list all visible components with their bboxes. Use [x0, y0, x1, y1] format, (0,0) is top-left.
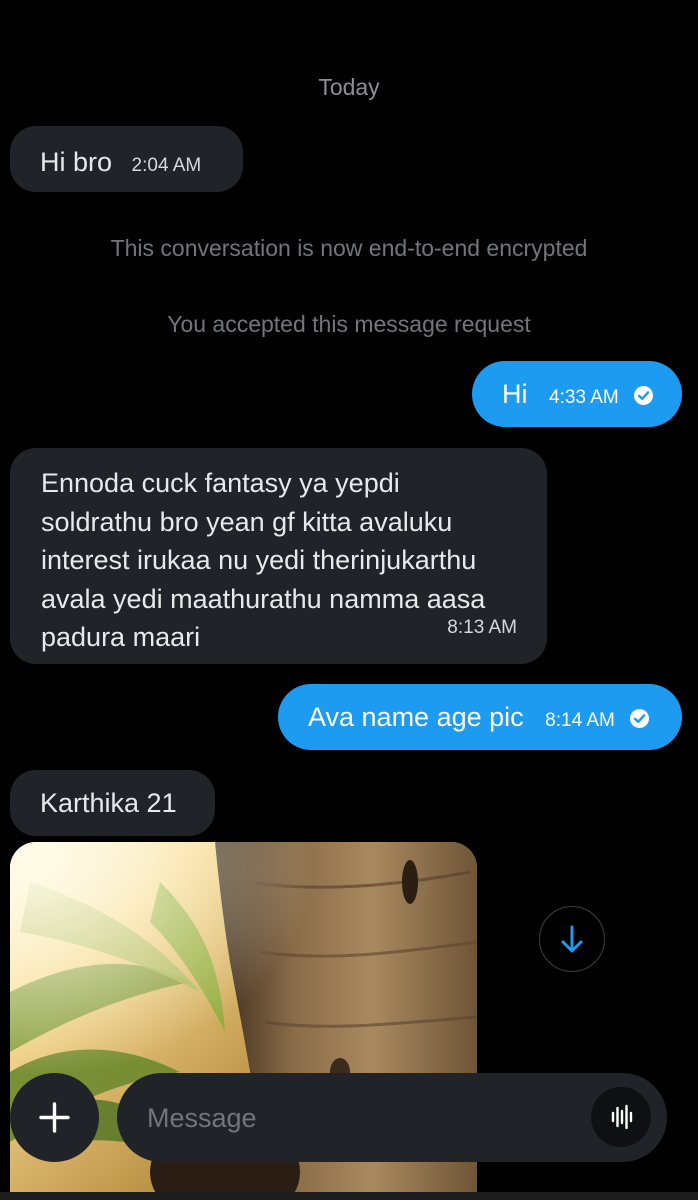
message-time: 4:33 AM — [549, 387, 619, 408]
waveform-icon — [611, 1104, 633, 1130]
read-check-icon — [630, 709, 650, 728]
message-composer — [117, 1073, 667, 1164]
message-time: 8:13 AM — [447, 617, 517, 638]
read-check-icon — [634, 386, 654, 405]
message-text: Ennoda cuck fantasy ya yepdi soldrathu b… — [41, 464, 517, 657]
message-bubble-incoming[interactable]: Hi bro 2:04 AM — [10, 126, 243, 192]
message-line: soldrathu bro yean gf kitta avaluku — [41, 506, 453, 537]
message-line: interest irukaa nu yedi therinjukarthu — [41, 545, 477, 575]
message-line: avala yedi maathurathu namma aasa — [41, 583, 486, 614]
message-line: padura maari — [41, 622, 201, 652]
encryption-notice: This conversation is now end-to-end encr… — [110, 235, 588, 261]
scroll-to-bottom-button[interactable] — [539, 906, 605, 972]
bottom-bar — [0, 1192, 698, 1200]
message-time: 2:04 AM — [131, 155, 202, 176]
voice-message-button[interactable] — [591, 1087, 651, 1147]
message-line: Ennoda cuck fantasy ya yepdi — [41, 468, 400, 498]
plus-icon — [39, 1102, 70, 1133]
message-bubble-incoming[interactable]: Karthika 21 — [10, 770, 215, 836]
arrow-down-icon — [561, 925, 583, 953]
message-text: Hi bro — [40, 147, 113, 177]
message-time: 8:14 AM — [545, 710, 615, 731]
message-bubble-incoming[interactable]: Ennoda cuck fantasy ya yepdi soldrathu b… — [10, 448, 547, 664]
message-bubble-outgoing[interactable]: Hi 4:33 AM — [472, 361, 682, 427]
date-separator: Today — [318, 74, 380, 100]
message-text: Hi — [502, 379, 528, 409]
message-text: Ava name age pic — [308, 702, 524, 732]
request-accepted-notice: You accepted this message request — [167, 311, 531, 337]
message-input[interactable] — [145, 1073, 569, 1164]
message-bubble-outgoing[interactable]: Ava name age pic 8:14 AM — [278, 684, 682, 750]
message-text: Karthika 21 — [40, 788, 177, 818]
dm-conversation-screen: Today Hi bro 2:04 AM This conversation i… — [0, 0, 698, 1200]
add-attachment-button[interactable] — [10, 1073, 99, 1162]
